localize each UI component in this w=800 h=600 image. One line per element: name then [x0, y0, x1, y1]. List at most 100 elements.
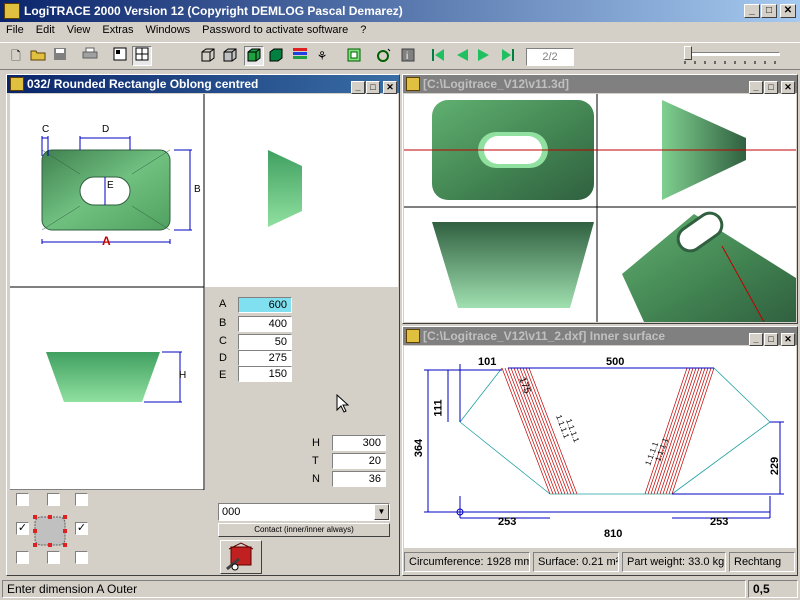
dim-a-label: A [102, 234, 111, 248]
dim-253-right: 253 [710, 516, 729, 528]
menu-windows[interactable]: Windows [140, 22, 197, 38]
dim-c-label: C [42, 124, 50, 135]
curve-icon[interactable] [374, 46, 394, 66]
new-icon[interactable]: 🗋 [6, 46, 26, 66]
minimize-button[interactable]: _ [749, 81, 763, 94]
type-panel: Rechtang [729, 552, 795, 572]
unfold-icon[interactable] [344, 46, 364, 66]
dim-500: 500 [606, 356, 625, 368]
window-icon [406, 329, 420, 343]
prev-page-icon[interactable] [452, 46, 472, 66]
field-c-input[interactable]: 50 [238, 334, 292, 350]
tree-icon[interactable]: ⚘ [312, 46, 332, 66]
corner-checkbox-l[interactable]: ✓ [16, 522, 29, 535]
contact-combo-value: 000 [222, 506, 241, 518]
corner-checkbox-r[interactable]: ✓ [75, 522, 88, 535]
menu-edit[interactable]: Edit [30, 22, 61, 38]
dim-364: 364 [413, 438, 426, 458]
maximize-button[interactable]: □ [764, 333, 778, 346]
corner-checkbox-br[interactable] [75, 551, 88, 564]
dim-101: 101 [478, 356, 497, 368]
close-button[interactable]: ✕ [781, 333, 795, 346]
dim-111: 111 [432, 399, 445, 417]
first-page-icon[interactable] [428, 46, 448, 66]
svg-text:i: i [406, 51, 408, 62]
field-t-input[interactable]: 20 [332, 453, 386, 469]
status-value: 0,5 [748, 580, 798, 598]
menu-file[interactable]: File [0, 22, 30, 38]
dxf-canvas: 1.1.1.1 1.1.1.1 1.1.1.1 1.1.1.1 101 500 … [404, 346, 796, 548]
window-icon [406, 77, 420, 91]
dxf-window-title: [C:\Logitrace_V12\v11_2.dxf] Inner surfa… [423, 329, 666, 343]
menu-password[interactable]: Password to activate software [196, 22, 354, 38]
dim-253-left: 253 [498, 516, 517, 528]
dim-d-label: D [102, 124, 110, 135]
shape-preview-icon [33, 515, 67, 547]
corner-checkbox-tl[interactable] [16, 493, 29, 506]
app-icon [4, 3, 20, 19]
dxf-window-title-bar: [C:\Logitrace_V12\v11_2.dxf] Inner surfa… [403, 327, 797, 346]
menu-view[interactable]: View [61, 22, 97, 38]
dim-b-label: B [194, 184, 201, 195]
zoom-slider[interactable] [680, 46, 784, 66]
minimize-button[interactable]: _ [351, 81, 365, 94]
dim-e-label: E [107, 180, 114, 191]
layers-icon[interactable] [290, 46, 310, 66]
maximize-button[interactable]: □ [764, 81, 778, 94]
minimize-button[interactable]: _ [749, 333, 763, 346]
status-bar: Enter dimension A Outer 0,5 [0, 578, 800, 600]
menu-extras[interactable]: Extras [96, 22, 139, 38]
field-e-label: E [219, 369, 227, 381]
menu-help[interactable]: ? [354, 22, 372, 38]
field-t-label: T [312, 455, 319, 467]
dim-810: 810 [604, 528, 623, 540]
mouse-cursor-icon [336, 394, 350, 413]
next-page-icon[interactable] [474, 46, 494, 66]
field-a-input[interactable]: 600 [238, 297, 292, 313]
shaded-box-icon[interactable] [244, 46, 264, 66]
field-e-input[interactable]: 150 [238, 366, 292, 382]
info-icon[interactable]: i [398, 46, 418, 66]
circumference-panel: Circumference: 1928 mm [404, 552, 530, 572]
open-icon[interactable] [28, 46, 48, 66]
view3d-canvas [404, 94, 796, 323]
field-b-input[interactable]: 400 [238, 316, 292, 332]
field-n-input[interactable]: 36 [332, 471, 386, 487]
corner-checkbox-bl[interactable] [16, 551, 29, 564]
field-h-input[interactable]: 300 [332, 435, 386, 451]
view3d-window-title: [C:\Logitrace_V12\v11.3d] [423, 77, 570, 91]
color-box-icon[interactable] [266, 46, 286, 66]
weight-panel: Part weight: 33.0 kg [622, 552, 726, 572]
field-n-label: N [312, 473, 320, 485]
window-icon [10, 77, 24, 91]
draw-tool-button[interactable] [220, 540, 262, 574]
view-quad-icon[interactable] [132, 46, 152, 66]
wireframe-box-icon[interactable] [198, 46, 218, 66]
status-message: Enter dimension A Outer [2, 580, 746, 598]
surface-panel: Surface: 0.21 m² [533, 552, 619, 572]
menu-bar: File Edit View Extras Windows Password to act… [0, 22, 800, 41]
contact-combo[interactable]: 000 ▼ [218, 503, 390, 521]
field-a-label: A [219, 298, 227, 310]
view-single-icon[interactable] [110, 46, 130, 66]
app-title-bar: LogiTRACE 2000 Version 12 (Copyright DEM… [0, 0, 800, 22]
corner-checkbox-tr[interactable] [75, 493, 88, 506]
hidden-box-icon[interactable] [220, 46, 240, 66]
corner-checkbox-b[interactable] [47, 551, 60, 564]
minimize-button[interactable]: _ [744, 4, 760, 18]
save-icon[interactable] [50, 46, 70, 66]
close-button[interactable]: ✕ [780, 4, 796, 18]
shape-drawing-canvas: A B C D E H [10, 94, 398, 490]
field-b-label: B [219, 317, 227, 329]
page-indicator: 2/2 [526, 48, 574, 66]
close-button[interactable]: ✕ [383, 81, 397, 94]
close-button[interactable]: ✕ [781, 81, 795, 94]
print-icon[interactable] [80, 46, 100, 66]
maximize-button[interactable]: □ [366, 81, 380, 94]
maximize-button[interactable]: □ [761, 4, 777, 18]
corner-checkbox-t[interactable] [47, 493, 60, 506]
chevron-down-icon[interactable]: ▼ [374, 504, 389, 520]
last-page-icon[interactable] [498, 46, 518, 66]
field-d-input[interactable]: 275 [238, 350, 292, 366]
contact-button[interactable]: Contact (inner/inner always) [218, 523, 390, 537]
